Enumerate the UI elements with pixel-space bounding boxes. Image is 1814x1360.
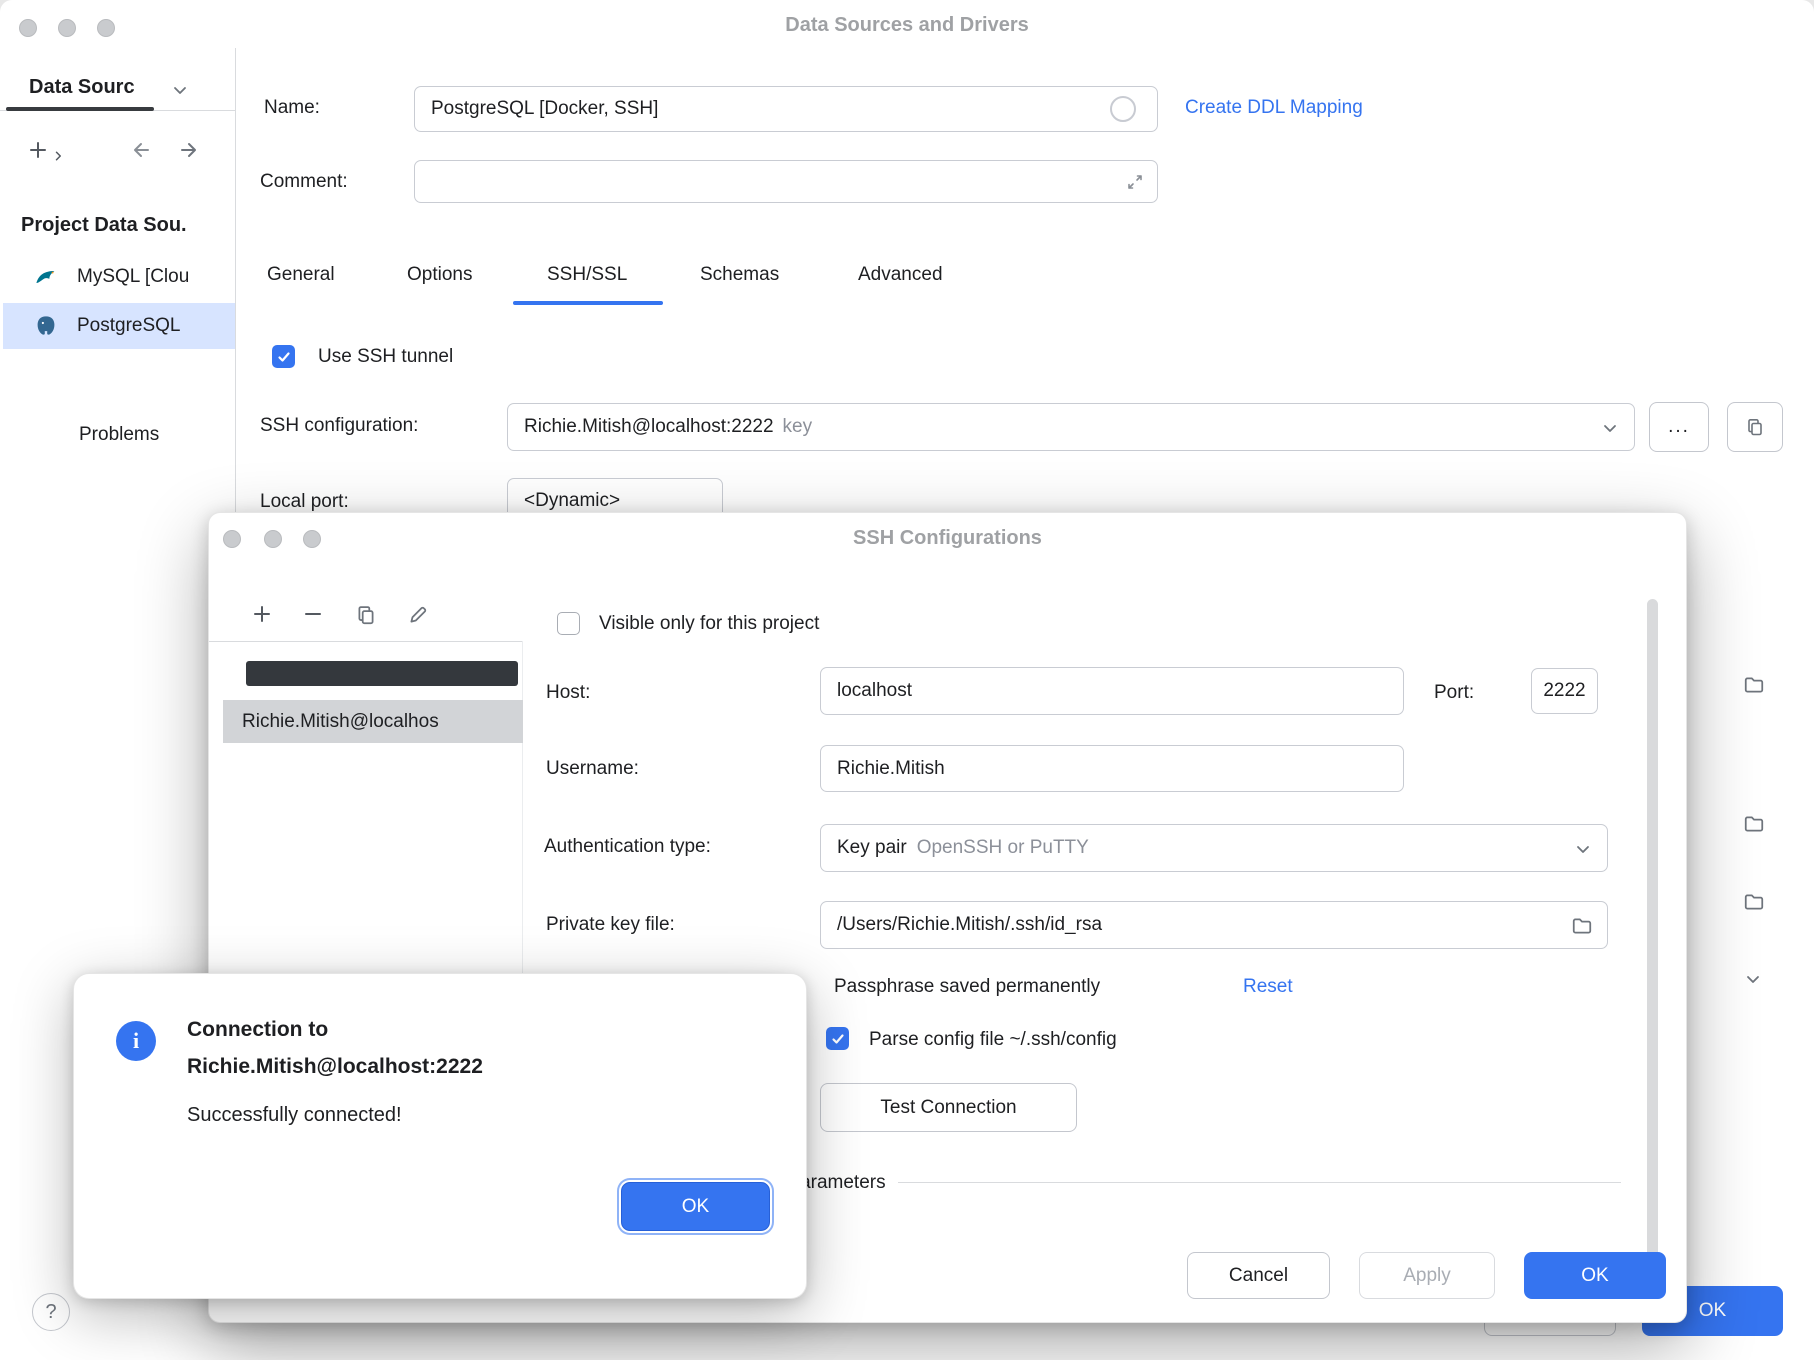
- remove-configuration-icon[interactable]: [301, 602, 325, 626]
- name-field-value: PostgreSQL [Docker, SSH]: [431, 98, 658, 120]
- project-data-sources-header: Project Data Sou.: [21, 214, 187, 237]
- authentication-type-label: Authentication type:: [544, 835, 711, 858]
- checkmark-icon: [830, 1031, 846, 1047]
- ssh-configuration-suffix: key: [783, 416, 813, 438]
- ssh-configurations-more-button[interactable]: ...: [1649, 402, 1709, 452]
- username-value: Richie.Mitish: [837, 758, 945, 780]
- tab-ssh-ssl[interactable]: SSH/SSL: [547, 263, 627, 286]
- create-ddl-mapping-link[interactable]: Create DDL Mapping: [1185, 96, 1363, 119]
- username-field[interactable]: Richie.Mitish: [820, 745, 1404, 792]
- window-title: Data Sources and Drivers: [0, 14, 1814, 37]
- ssh-configuration-label: SSH configuration:: [260, 414, 418, 437]
- copy-configuration-icon[interactable]: [355, 604, 377, 626]
- folder-icon[interactable]: [1743, 813, 1765, 835]
- tab-schemas[interactable]: Schemas: [700, 263, 779, 286]
- postgres-elephant-icon: [34, 314, 58, 338]
- dialog-apply-button[interactable]: Apply: [1359, 1252, 1495, 1299]
- edit-configuration-icon[interactable]: [407, 604, 429, 626]
- vertical-scrollbar[interactable]: [1647, 599, 1658, 1266]
- test-connection-button[interactable]: Test Connection: [820, 1083, 1077, 1132]
- active-tab-underline: [513, 301, 663, 305]
- sidebar-item-label: MySQL [Clou: [77, 265, 189, 288]
- port-label: Port:: [1434, 681, 1474, 704]
- sidebar-item-mysql[interactable]: MySQL [Clou: [0, 255, 235, 299]
- tab-general[interactable]: General: [267, 263, 335, 286]
- notification-ok-button[interactable]: OK: [621, 1182, 770, 1231]
- notification-body: Successfully connected!: [187, 1102, 483, 1128]
- host-field[interactable]: localhost: [820, 667, 1404, 715]
- visible-only-checkbox[interactable]: [557, 612, 580, 635]
- main-help-button[interactable]: ?: [32, 1293, 70, 1331]
- section-divider: [898, 1182, 1621, 1183]
- parse-config-label[interactable]: Parse config file ~/.ssh/config: [869, 1028, 1117, 1051]
- info-icon: i: [116, 1021, 156, 1061]
- mysql-dolphin-icon: [34, 265, 58, 289]
- chevron-right-icon[interactable]: [52, 150, 64, 162]
- data-sources-window: Data Sources and Drivers Data Sourc Proj…: [0, 0, 1814, 1360]
- passphrase-note: Passphrase saved permanently: [834, 975, 1100, 998]
- forward-arrow-icon[interactable]: [178, 138, 204, 162]
- redacted-list-item[interactable]: [246, 661, 518, 686]
- connection-success-notification: i Connection to Richie.Mitish@localhost:…: [73, 973, 807, 1299]
- port-value: 2222: [1543, 680, 1585, 702]
- authentication-type-hint: OpenSSH or PuTTY: [917, 837, 1089, 859]
- checkmark-icon: [276, 349, 292, 365]
- host-value: localhost: [837, 680, 912, 702]
- tab-advanced[interactable]: Advanced: [858, 263, 943, 286]
- private-key-file-label: Private key file:: [546, 913, 675, 936]
- notification-title-line1: Connection to: [187, 1015, 483, 1045]
- sidebar-item-problems[interactable]: Problems: [79, 423, 159, 446]
- chevron-down-icon[interactable]: [172, 82, 188, 98]
- copy-icon: [1745, 417, 1765, 437]
- dialog-title: SSH Configurations: [209, 527, 1686, 550]
- ssh-configuration-combo[interactable]: Richie.Mitish@localhost:2222 key: [507, 403, 1635, 451]
- name-field[interactable]: PostgreSQL [Docker, SSH]: [414, 86, 1158, 132]
- host-label: Host:: [546, 681, 590, 704]
- comment-label: Comment:: [260, 170, 348, 193]
- chevron-down-icon[interactable]: [1575, 841, 1591, 857]
- name-label: Name:: [264, 96, 320, 119]
- folder-icon[interactable]: [1743, 674, 1765, 696]
- local-port-label: Local port:: [260, 490, 349, 513]
- list-toolbar-divider: [209, 641, 522, 642]
- tab-options[interactable]: Options: [407, 263, 472, 286]
- notification-title-line2: Richie.Mitish@localhost:2222: [187, 1052, 483, 1082]
- username-label: Username:: [546, 757, 639, 780]
- expand-editor-icon[interactable]: [1125, 172, 1145, 192]
- copy-configuration-button[interactable]: [1727, 402, 1783, 452]
- local-port-value: <Dynamic>: [524, 490, 620, 512]
- sidebar-vertical-divider: [235, 48, 236, 512]
- use-ssh-tunnel-checkbox[interactable]: [272, 345, 295, 368]
- sidebar-item-postgresql[interactable]: PostgreSQL: [3, 303, 235, 349]
- authentication-type-dropdown[interactable]: Key pair OpenSSH or PuTTY: [820, 824, 1608, 872]
- use-ssh-tunnel-label[interactable]: Use SSH tunnel: [318, 345, 453, 368]
- add-data-source-icon[interactable]: [26, 138, 50, 162]
- visible-only-label[interactable]: Visible only for this project: [599, 612, 819, 635]
- selected-list-item[interactable]: Richie.Mitish@localhos: [223, 700, 523, 743]
- private-key-file-field[interactable]: /Users/Richie.Mitish/.ssh/id_rsa: [820, 901, 1608, 949]
- dialog-ok-button[interactable]: OK: [1524, 1252, 1666, 1299]
- ssh-configuration-value: Richie.Mitish@localhost:2222: [524, 416, 774, 438]
- sidebar-item-label: PostgreSQL: [77, 314, 181, 337]
- sidebar-scope-selector[interactable]: Data Sourc: [29, 76, 135, 99]
- private-key-file-value: /Users/Richie.Mitish/.ssh/id_rsa: [837, 914, 1102, 936]
- selected-list-item-label: Richie.Mitish@localhos: [242, 710, 523, 733]
- reset-passphrase-link[interactable]: Reset: [1243, 975, 1293, 998]
- parse-config-checkbox[interactable]: [826, 1027, 849, 1050]
- back-arrow-icon[interactable]: [126, 138, 152, 162]
- dialog-cancel-button[interactable]: Cancel: [1187, 1252, 1330, 1299]
- port-field[interactable]: 2222: [1531, 668, 1598, 714]
- authentication-type-value: Key pair: [837, 837, 907, 859]
- comment-field[interactable]: [414, 160, 1158, 203]
- chevron-down-icon[interactable]: [1745, 971, 1761, 987]
- progress-indicator-icon: [1110, 96, 1136, 122]
- folder-icon[interactable]: [1743, 891, 1765, 913]
- add-configuration-icon[interactable]: [250, 602, 274, 626]
- chevron-down-icon[interactable]: [1602, 420, 1618, 436]
- sidebar-active-underline: [6, 107, 154, 111]
- folder-icon[interactable]: [1571, 915, 1593, 937]
